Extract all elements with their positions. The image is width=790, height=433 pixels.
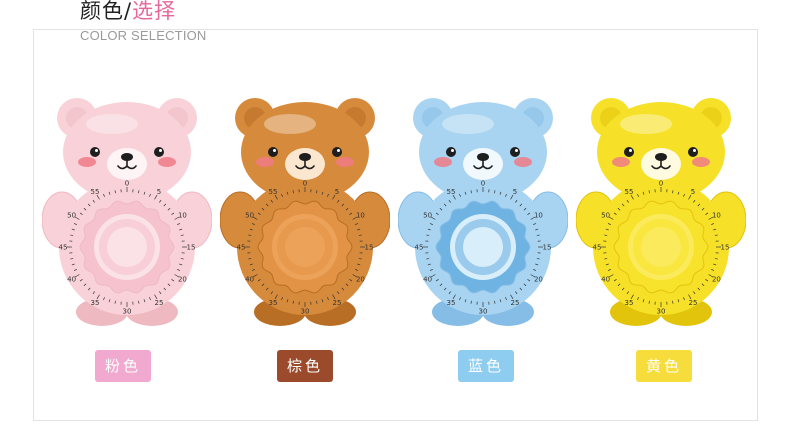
dial-number: 5: [335, 188, 339, 196]
dial-number: 20: [178, 276, 187, 284]
dial-number: 0: [659, 180, 663, 188]
product-pink-bear-timer[interactable]: 0 5 10 15 20 25 30 35 40 45 50 55: [42, 92, 212, 332]
dial-number: 10: [534, 212, 543, 220]
dial-number: 0: [481, 180, 485, 188]
dial-number: 10: [178, 212, 187, 220]
dial-number: 25: [155, 299, 164, 307]
dial-number: 20: [534, 276, 543, 284]
dial-number: 55: [625, 188, 634, 196]
dial-number: 45: [415, 244, 424, 252]
dial-number: 25: [511, 299, 520, 307]
dial-number: 35: [447, 299, 456, 307]
dial-number: 50: [245, 212, 254, 220]
dial-number: 45: [237, 244, 246, 252]
dial-number: 50: [601, 212, 610, 220]
bear-timer-icon: 0 5 10 15 20 25 30 35 40 45 50 55: [398, 98, 568, 326]
color-option-blue[interactable]: 蓝色: [458, 350, 514, 382]
page-title: 颜色/选择: [80, 0, 176, 24]
dial-number: 25: [689, 299, 698, 307]
dial-number: 20: [712, 276, 721, 284]
color-option-yellow[interactable]: 黄色: [636, 350, 692, 382]
dial-number: 15: [721, 244, 730, 252]
dial-number: 15: [187, 244, 196, 252]
dial-number: 30: [301, 308, 310, 316]
title-part-2: 选择: [132, 0, 177, 23]
dial-number: 10: [712, 212, 721, 220]
product-yellow-bear-timer[interactable]: 0 5 10 15 20 25 30 35 40 45 50 55: [576, 92, 746, 332]
dial-number: 15: [365, 244, 374, 252]
dial-number: 0: [125, 180, 129, 188]
dial-number: 45: [593, 244, 602, 252]
color-option-brown[interactable]: 棕色: [277, 350, 333, 382]
dial-number: 20: [356, 276, 365, 284]
dial-number: 0: [303, 180, 307, 188]
bear-timer-icon: 0 5 10 15 20 25 30 35 40 45 50 55: [42, 98, 212, 326]
dial-number: 15: [543, 244, 552, 252]
dial-number: 5: [157, 188, 161, 196]
dial-number: 10: [356, 212, 365, 220]
dial-number: 40: [423, 276, 432, 284]
dial-number: 55: [91, 188, 100, 196]
color-option-pink[interactable]: 粉色: [95, 350, 151, 382]
dial-number: 5: [513, 188, 517, 196]
dial-number: 30: [657, 308, 666, 316]
dial-number: 5: [691, 188, 695, 196]
bear-timer-icon: 0 5 10 15 20 25 30 35 40 45 50 55: [220, 98, 390, 326]
dial-number: 55: [447, 188, 456, 196]
title-part-1: 颜色/: [80, 0, 133, 23]
bear-timer-icon: 0 5 10 15 20 25 30 35 40 45 50 55: [576, 98, 746, 326]
dial-number: 35: [269, 299, 278, 307]
dial-number: 30: [479, 308, 488, 316]
dial-number: 35: [91, 299, 100, 307]
dial-number: 40: [245, 276, 254, 284]
dial-number: 40: [601, 276, 610, 284]
dial-number: 55: [269, 188, 278, 196]
dial-number: 25: [333, 299, 342, 307]
dial-number: 30: [123, 308, 132, 316]
product-blue-bear-timer[interactable]: 0 5 10 15 20 25 30 35 40 45 50 55: [398, 92, 568, 332]
dial-number: 35: [625, 299, 634, 307]
dial-number: 50: [67, 212, 76, 220]
product-brown-bear-timer[interactable]: 0 5 10 15 20 25 30 35 40 45 50 55: [220, 92, 390, 332]
dial-number: 40: [67, 276, 76, 284]
dial-number: 45: [59, 244, 68, 252]
dial-number: 50: [423, 212, 432, 220]
